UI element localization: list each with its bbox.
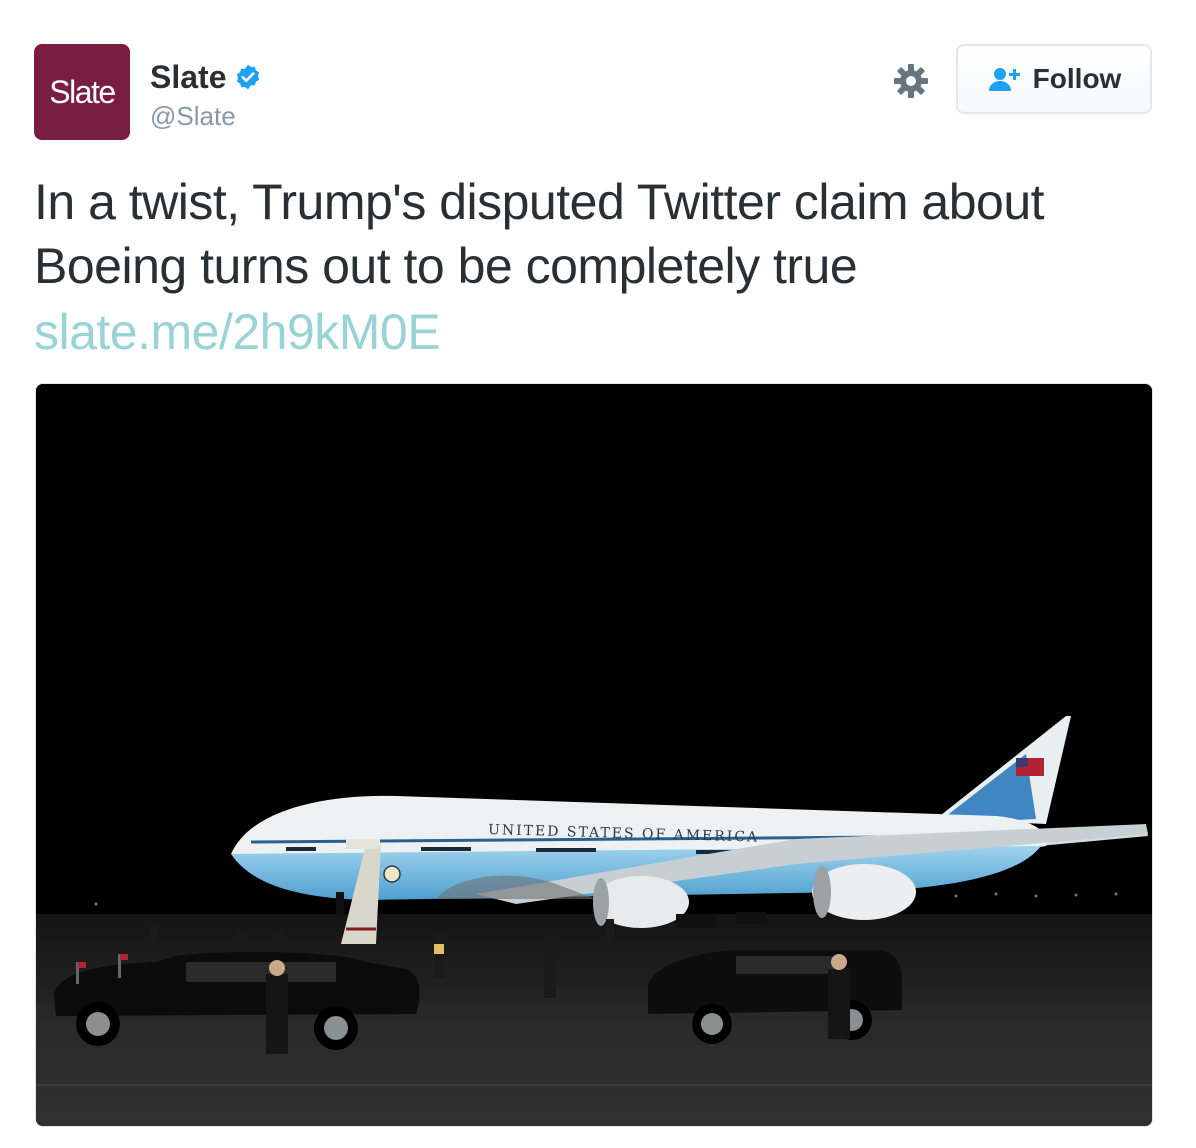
avatar-logo-text: Slate: [49, 73, 116, 110]
tweet-photo[interactable]: UNITED STATES OF AMERICA: [35, 383, 1153, 1127]
display-name[interactable]: Slate: [150, 58, 226, 96]
user-handle[interactable]: @Slate: [150, 101, 236, 132]
follow-person-plus-icon: [987, 65, 1023, 93]
air-force-one-photo: UNITED STATES OF AMERICA: [36, 384, 1152, 1126]
avatar[interactable]: Slate: [34, 44, 130, 140]
gear-icon[interactable]: [892, 62, 930, 100]
tweet-link[interactable]: slate.me/2h9kM0E: [34, 300, 441, 364]
verified-badge-icon: [234, 63, 262, 91]
follow-button-label: Follow: [1032, 63, 1122, 94]
follow-button[interactable]: Follow: [956, 44, 1152, 114]
tweet-text: In a twist, Trump's disputed Twitter cla…: [34, 174, 1045, 294]
author-name-row: Slate: [150, 58, 262, 96]
